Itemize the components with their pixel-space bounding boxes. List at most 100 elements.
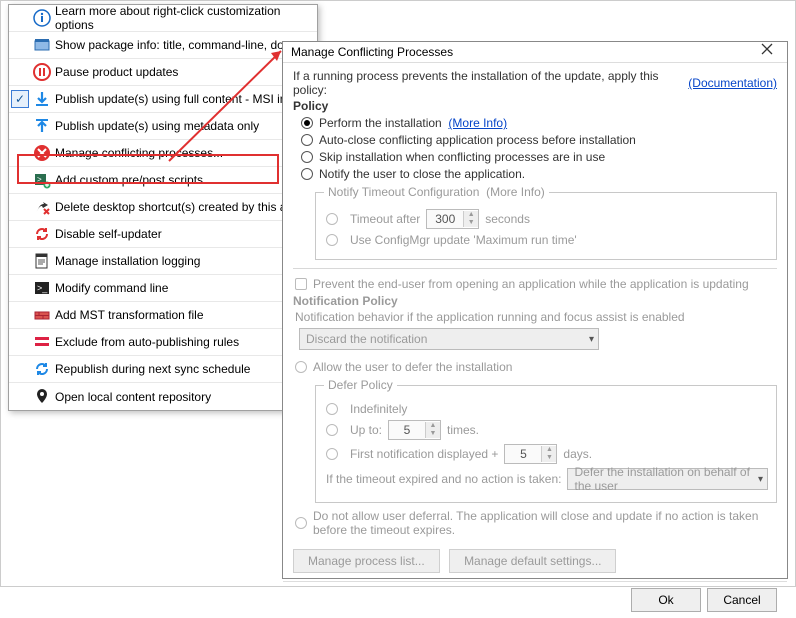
stop-icon	[33, 144, 51, 162]
legend-more-info: (More Info)	[486, 185, 545, 199]
menu-label: Show package info: title, command-line, …	[55, 38, 292, 52]
menu-item-manage-conflicting[interactable]: Manage conflicting processes...	[9, 140, 317, 167]
close-icon	[761, 43, 773, 55]
radio-icon	[301, 134, 313, 146]
menu-label: Add custom pre/post scripts	[55, 173, 203, 187]
radio-icon	[326, 424, 338, 436]
location-icon	[33, 387, 51, 405]
dropdown-text: Defer the installation on behalf of the …	[574, 465, 757, 493]
radio-icon	[295, 361, 307, 373]
menu-item-pause[interactable]: Pause product updates	[9, 59, 317, 86]
menu-label: Exclude from auto-publishing rules	[55, 335, 239, 349]
menu-item-disable-updater[interactable]: Disable self-updater	[9, 221, 317, 248]
menu-item-package-info[interactable]: Show package info: title, command-line, …	[9, 32, 317, 59]
spin-up-icon: ▲	[464, 211, 478, 219]
timeout-after-radio: Timeout after ▲▼ seconds	[326, 209, 768, 229]
menu-item-open-repo[interactable]: Open local content repository	[9, 383, 317, 410]
menu-label: Open local content repository	[55, 390, 211, 404]
menu-label: Modify command line	[55, 281, 168, 295]
spin-up-icon: ▲	[542, 446, 556, 454]
menu-label: Disable self-updater	[55, 227, 162, 241]
times-label: times.	[447, 423, 479, 437]
policy-heading: Policy	[293, 99, 777, 113]
defer-firstnotify-radio: First notification displayed + ▲▼ days.	[326, 444, 768, 464]
seconds-label: seconds	[485, 212, 530, 226]
documentation-link[interactable]: (Documentation)	[688, 76, 777, 90]
notification-dropdown: Discard the notification ▾	[299, 328, 599, 350]
radio-icon	[301, 151, 313, 163]
more-info-link[interactable]: (More Info)	[448, 116, 507, 130]
refresh-off-icon	[33, 225, 51, 243]
radio-label: Notify the user to close the application…	[319, 167, 525, 181]
menu-item-logging[interactable]: Manage installation logging	[9, 248, 317, 275]
radio-label: Allow the user to defer the installation	[313, 360, 512, 374]
download-icon	[33, 90, 51, 108]
chevron-down-icon: ▾	[758, 474, 763, 485]
menu-label: Publish update(s) using full content - M…	[55, 92, 286, 106]
menu-item-add-mst[interactable]: Add MST transformation file	[9, 302, 317, 329]
radio-label: First notification displayed +	[350, 447, 498, 461]
menu-label: Learn more about right-click customizati…	[55, 4, 311, 32]
cancel-button[interactable]: Cancel	[707, 588, 777, 612]
radio-label: Skip installation when conflicting proce…	[319, 150, 605, 164]
checkmark-icon: ✓	[11, 90, 29, 108]
menu-item-exclude[interactable]: Exclude from auto-publishing rules	[9, 329, 317, 356]
radio-label: Timeout after	[350, 212, 420, 226]
policy-notify-radio[interactable]: Notify the user to close the application…	[301, 167, 777, 181]
defer-timeout-label: If the timeout expired and no action is …	[326, 472, 561, 486]
manage-process-list-button: Manage process list...	[293, 549, 440, 573]
days-label: days.	[563, 447, 592, 461]
policy-perform-radio[interactable]: Perform the installation (More Info)	[301, 116, 777, 130]
notification-behavior-text: Notification behavior if the application…	[295, 310, 777, 324]
menu-item-modify-cmdline[interactable]: >_ Modify command line	[9, 275, 317, 302]
script-icon: >_	[33, 171, 51, 189]
menu-label: Republish during next sync schedule	[55, 362, 250, 376]
menu-item-learn-more[interactable]: Learn more about right-click customizati…	[9, 5, 317, 32]
menu-label: Manage installation logging	[55, 254, 200, 268]
dropdown-text: Discard the notification	[306, 332, 589, 346]
spin-up-icon: ▲	[426, 422, 440, 430]
manage-conflicting-dialog: Manage Conflicting Processes If a runnin…	[282, 41, 788, 579]
spin-down-icon: ▼	[426, 430, 440, 438]
menu-label: Delete desktop shortcut(s) created by th…	[55, 200, 293, 214]
menu-item-publish-full[interactable]: ✓ Publish update(s) using full content -…	[9, 86, 317, 113]
radio-icon	[295, 517, 307, 529]
terminal-icon: >_	[33, 279, 51, 297]
menu-item-publish-metadata[interactable]: Publish update(s) using metadata only	[9, 113, 317, 140]
svg-text:>_: >_	[37, 283, 48, 293]
defer-policy-fieldset: Defer Policy Indefinitely Up to: ▲▼ time…	[315, 378, 777, 503]
close-button[interactable]	[755, 42, 779, 62]
menu-item-add-scripts[interactable]: >_ Add custom pre/post scripts	[9, 167, 317, 194]
use-configmgr-radio: Use ConfigMgr update 'Maximum run time'	[326, 233, 768, 247]
legend-text: Notify Timeout Configuration	[328, 185, 479, 199]
defer-upto-spinner: ▲▼	[388, 420, 441, 440]
defer-upto-radio: Up to: ▲▼ times.	[326, 420, 768, 440]
radio-icon	[326, 213, 338, 225]
dialog-titlebar: Manage Conflicting Processes	[283, 42, 787, 63]
radio-icon	[326, 234, 338, 246]
radio-icon	[326, 448, 338, 460]
sync-icon	[33, 360, 51, 378]
exclude-icon	[33, 333, 51, 351]
menu-item-republish[interactable]: Republish during next sync schedule	[9, 356, 317, 383]
menu-label: Add MST transformation file	[55, 308, 204, 322]
radio-label: Indefinitely	[350, 402, 407, 416]
defer-timeout-row: If the timeout expired and no action is …	[326, 468, 768, 490]
delete-icon	[33, 198, 51, 216]
ok-button[interactable]: Ok	[631, 588, 701, 612]
policy-autoclose-radio[interactable]: Auto-close conflicting application proce…	[301, 133, 777, 147]
radio-label: Use ConfigMgr update 'Maximum run time'	[350, 233, 577, 247]
menu-item-delete-shortcut[interactable]: Delete desktop shortcut(s) created by th…	[9, 194, 317, 221]
menu-label: Pause product updates	[55, 65, 178, 79]
radio-label: Perform the installation	[319, 116, 442, 130]
dialog-body: If a running process prevents the instal…	[283, 63, 787, 581]
menu-label: Publish update(s) using metadata only	[55, 119, 259, 133]
defer-upto-input	[389, 421, 425, 439]
menu-label: Manage conflicting processes...	[55, 146, 223, 160]
defer-indefinitely-radio: Indefinitely	[326, 402, 768, 416]
notify-timeout-fieldset: Notify Timeout Configuration (More Info)…	[315, 185, 777, 260]
package-icon	[33, 36, 51, 54]
checkbox-icon	[295, 278, 307, 290]
timeout-spinner: ▲▼	[426, 209, 479, 229]
policy-skip-radio[interactable]: Skip installation when conflicting proce…	[301, 150, 777, 164]
